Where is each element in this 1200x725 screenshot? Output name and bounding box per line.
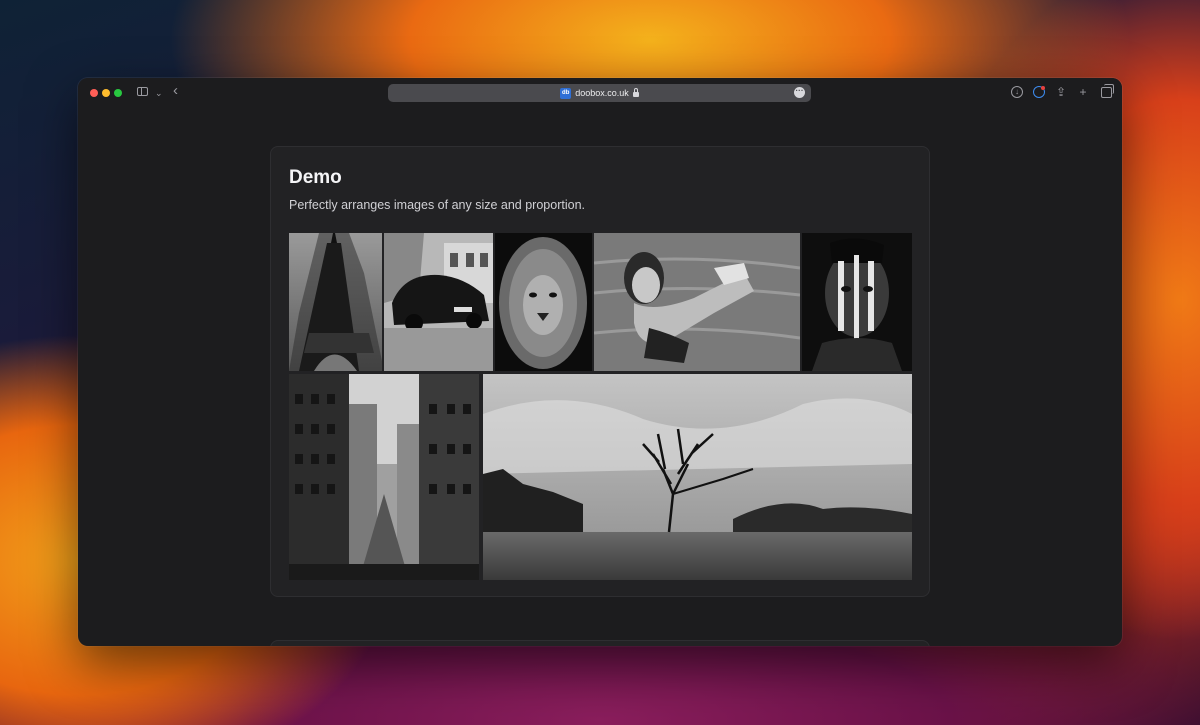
next-card: [270, 640, 930, 646]
page-title: Demo: [289, 167, 342, 188]
tab-overview-icon[interactable]: [1101, 83, 1114, 98]
extension-icon[interactable]: [1033, 86, 1045, 98]
close-window-button[interactable]: [90, 89, 98, 97]
chevron-down-icon[interactable]: ⌄: [155, 87, 163, 99]
more-icon[interactable]: ···: [794, 87, 805, 98]
browser-toolbar: ⌄ ‹ db doobox.co.uk ··· ↓ ⇪ +: [78, 78, 1122, 108]
download-icon[interactable]: ↓: [1011, 86, 1023, 98]
url-text: doobox.co.uk: [575, 88, 629, 98]
page-description: Perfectly arranges images of any size an…: [289, 198, 585, 212]
site-favicon: db: [560, 87, 572, 99]
gallery-image-face-paint-portrait[interactable]: [802, 233, 912, 371]
share-icon[interactable]: ⇪: [1055, 86, 1067, 98]
gallery-image-eiffel-tower[interactable]: [289, 233, 382, 371]
gallery-image-lone-tree-lake[interactable]: [483, 374, 912, 580]
new-tab-icon[interactable]: +: [1077, 86, 1089, 98]
gallery-image-classic-car[interactable]: [384, 233, 493, 371]
address-bar[interactable]: db doobox.co.uk ···: [388, 84, 811, 102]
gallery-image-woman-in-water[interactable]: [594, 233, 800, 371]
sidebar-icon[interactable]: [137, 87, 148, 96]
gallery-image-city-skyscrapers[interactable]: [289, 374, 479, 580]
back-icon[interactable]: ‹: [173, 83, 178, 98]
lock-icon: [632, 87, 639, 97]
gallery-image-lion[interactable]: [495, 233, 592, 371]
minimize-window-button[interactable]: [102, 89, 110, 97]
demo-card: Demo Perfectly arranges images of any si…: [270, 146, 930, 597]
zoom-window-button[interactable]: [114, 89, 122, 97]
browser-window: ⌄ ‹ db doobox.co.uk ··· ↓ ⇪ + Demo Perfe…: [78, 78, 1122, 646]
